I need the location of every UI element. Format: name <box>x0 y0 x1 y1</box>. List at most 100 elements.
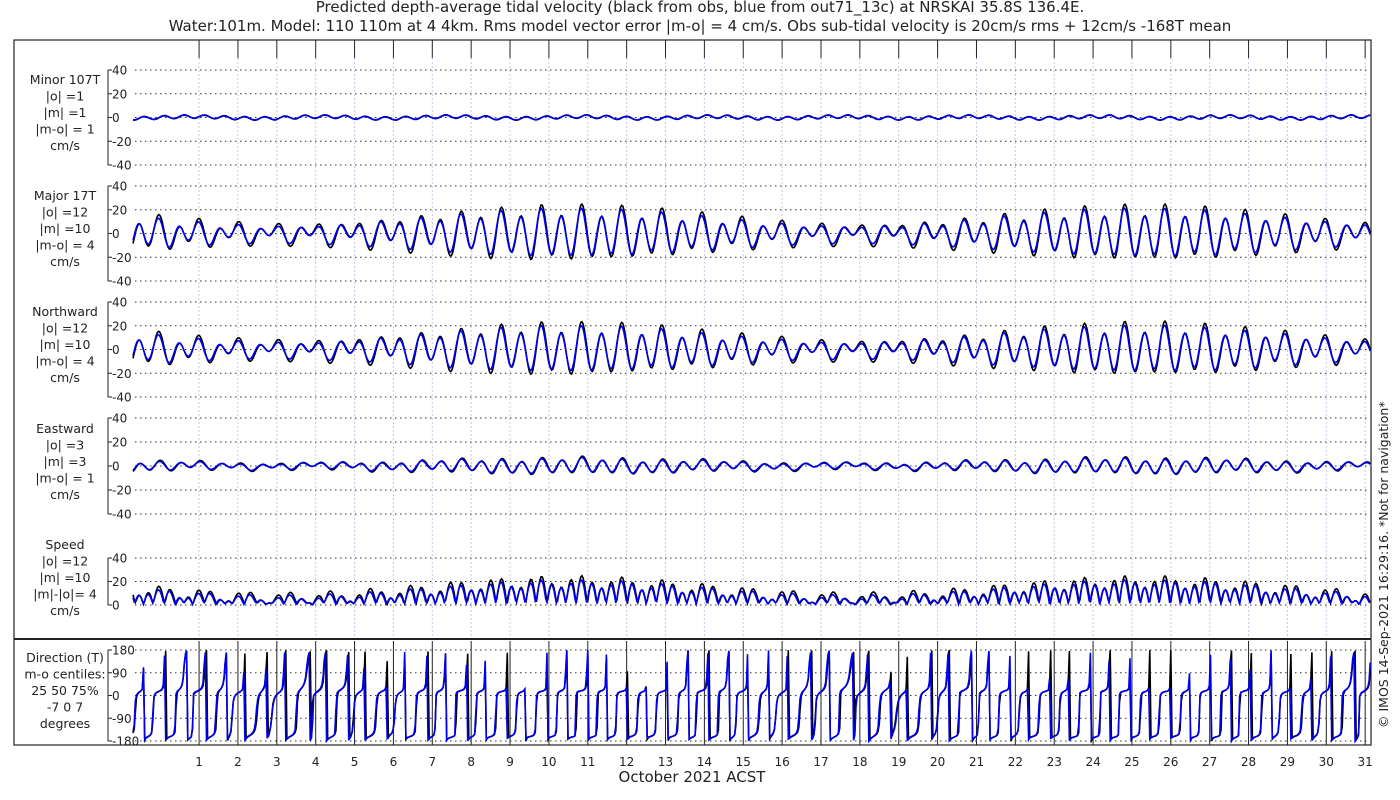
x-tick-label: 18 <box>852 755 867 769</box>
panel-dir: Direction (T) m-o centiles:25 50 75% -7 0 … <box>24 644 1371 749</box>
x-tick-label: 1 <box>195 755 203 769</box>
x-tick-label: 11 <box>580 755 595 769</box>
panel-label-line: cm/s <box>50 138 80 153</box>
panel-label-line: |m| =10 <box>40 221 91 236</box>
x-tick-label: 2 <box>234 755 242 769</box>
x-tick-label: 9 <box>506 755 514 769</box>
x-tick-label: 6 <box>390 755 398 769</box>
panel-label-line: Direction (T) <box>26 650 104 665</box>
y-tick-label: 40 <box>112 64 127 78</box>
y-tick-label: 20 <box>112 87 127 101</box>
tidal-velocity-chart: Predicted depth-average tidal velocity (… <box>13 0 1391 786</box>
y-tick-label: -90 <box>112 712 132 726</box>
series-obs-line <box>132 455 1371 476</box>
y-tick-label: -180 <box>112 735 139 749</box>
panel-label-line: |m-o| = 1 <box>35 122 94 137</box>
y-tick-label: 0 <box>112 227 120 241</box>
y-tick-label: -40 <box>112 275 132 289</box>
panel-label-line: 25 50 75% <box>31 683 99 698</box>
y-tick-label: 0 <box>112 111 120 125</box>
y-tick-label: -20 <box>112 484 132 498</box>
y-tick-label: 40 <box>112 180 127 194</box>
x-tick-label: 17 <box>813 755 828 769</box>
panel-label-line: Major 17T <box>34 188 97 203</box>
panel-minor: Minor 107T |o| =1|m| =1 |m-o| = 1cm/s 40 20 0… <box>30 64 1371 173</box>
y-tick-label: -40 <box>112 159 132 173</box>
panel-label-line: |m-o| = 1 <box>35 471 94 486</box>
x-tick-label: 27 <box>1202 755 1217 769</box>
y-tick-label: 0 <box>112 599 120 613</box>
copyright-note: © IMOS 14-Sep-2021 16:29:16. *Not for na… <box>1376 401 1391 728</box>
panel-label-line: |m| =1 <box>44 105 87 120</box>
x-tick-label: 30 <box>1319 755 1334 769</box>
y-tick-label: 20 <box>112 319 127 333</box>
panel-label-line: cm/s <box>50 254 80 269</box>
series-obs-line <box>132 649 1371 744</box>
panel-label-line: |o| =12 <box>42 554 88 569</box>
y-tick-label: -40 <box>112 508 132 522</box>
panel-major: Major 17T |o| =12|m| =10 |m-o| = 4cm/s 40 20… <box>34 180 1371 289</box>
x-tick-label: 28 <box>1241 755 1256 769</box>
panel-label-line: |o| =3 <box>46 438 84 453</box>
y-tick-label: 180 <box>112 644 135 658</box>
y-tick-label: 20 <box>112 436 127 450</box>
y-tick-label: 40 <box>112 296 127 310</box>
x-tick-label: 19 <box>891 755 906 769</box>
series-model-line <box>132 578 1371 608</box>
panel-label-line: degrees <box>40 716 90 731</box>
series-model-line <box>132 649 1371 745</box>
panel-label-line: |o| =1 <box>46 89 84 104</box>
y-tick-label: -20 <box>112 367 132 381</box>
x-axis-label: October 2021 ACST <box>619 768 767 786</box>
y-tick-label: 0 <box>112 689 120 703</box>
y-tick-label: 0 <box>112 460 120 474</box>
x-tick-label: 12 <box>619 755 634 769</box>
panel-label-line: -7 0 7 <box>47 700 83 715</box>
series-obs-line <box>132 574 1371 607</box>
panel-label-line: cm/s <box>50 487 80 502</box>
x-tick-label: 4 <box>312 755 320 769</box>
panel-label-line: Speed <box>45 537 84 552</box>
panel-label-line: |m-o| = 4 <box>35 238 94 253</box>
chart-title: Predicted depth-average tidal velocity (… <box>316 0 1085 17</box>
x-tick-label: 8 <box>467 755 475 769</box>
x-tick-label: 15 <box>736 755 751 769</box>
x-tick-label: 3 <box>273 755 281 769</box>
x-tick-label: 31 <box>1358 755 1373 769</box>
panel-label-line: |o| =12 <box>42 321 88 336</box>
y-tick-label: 90 <box>112 666 127 680</box>
x-tick-label: 29 <box>1280 755 1295 769</box>
panel-label-line: m-o centiles: <box>24 667 105 682</box>
panel-label-line: Eastward <box>36 421 94 436</box>
x-tick-label: 13 <box>658 755 673 769</box>
x-tick-label: 20 <box>930 755 945 769</box>
x-tick-label: 16 <box>774 755 789 769</box>
y-tick-label: 40 <box>112 552 127 566</box>
x-tick-label: 21 <box>969 755 984 769</box>
x-tick-label: 26 <box>1163 755 1178 769</box>
x-tick-label: 23 <box>1047 755 1062 769</box>
panel-speed: Speed |o| =12|m| =10 |m|-|o|= 4cm/s 40 20 0 <box>33 537 1371 618</box>
panel-label-line: |m|-|o|= 4 <box>33 587 97 602</box>
panel-east: Eastward |o| =3|m| =3 |m-o| = 1cm/s 40 20 0 -2… <box>35 412 1371 522</box>
y-tick-label: 20 <box>112 203 127 217</box>
chart-subtitle: Water:101m. Model: 110 110m at 4 4km. Rm… <box>169 17 1232 35</box>
y-tick-label: 40 <box>112 412 127 426</box>
x-tick-label: 22 <box>1008 755 1023 769</box>
x-tick-label: 25 <box>1124 755 1139 769</box>
x-tick-label: 10 <box>541 755 556 769</box>
panel-label-line: Northward <box>32 304 98 319</box>
panel-north: Northward |o| =12|m| =10 |m-o| = 4cm/s 40 20… <box>32 296 1371 405</box>
y-tick-label: 0 <box>112 343 120 357</box>
y-tick-label: -20 <box>112 251 132 265</box>
panel-label-line: |o| =12 <box>42 205 88 220</box>
panel-label-line: |m| =3 <box>44 454 87 469</box>
x-tick-label: 7 <box>428 755 436 769</box>
x-tick-label: 5 <box>351 755 359 769</box>
panel-label-line: Minor 107T <box>30 72 101 87</box>
x-tick-label: 14 <box>697 755 712 769</box>
panel-label-line: |m-o| = 4 <box>35 354 94 369</box>
panel-label-line: cm/s <box>50 370 80 385</box>
panel-label-line: |m| =10 <box>40 337 91 352</box>
y-tick-label: 20 <box>112 575 127 589</box>
